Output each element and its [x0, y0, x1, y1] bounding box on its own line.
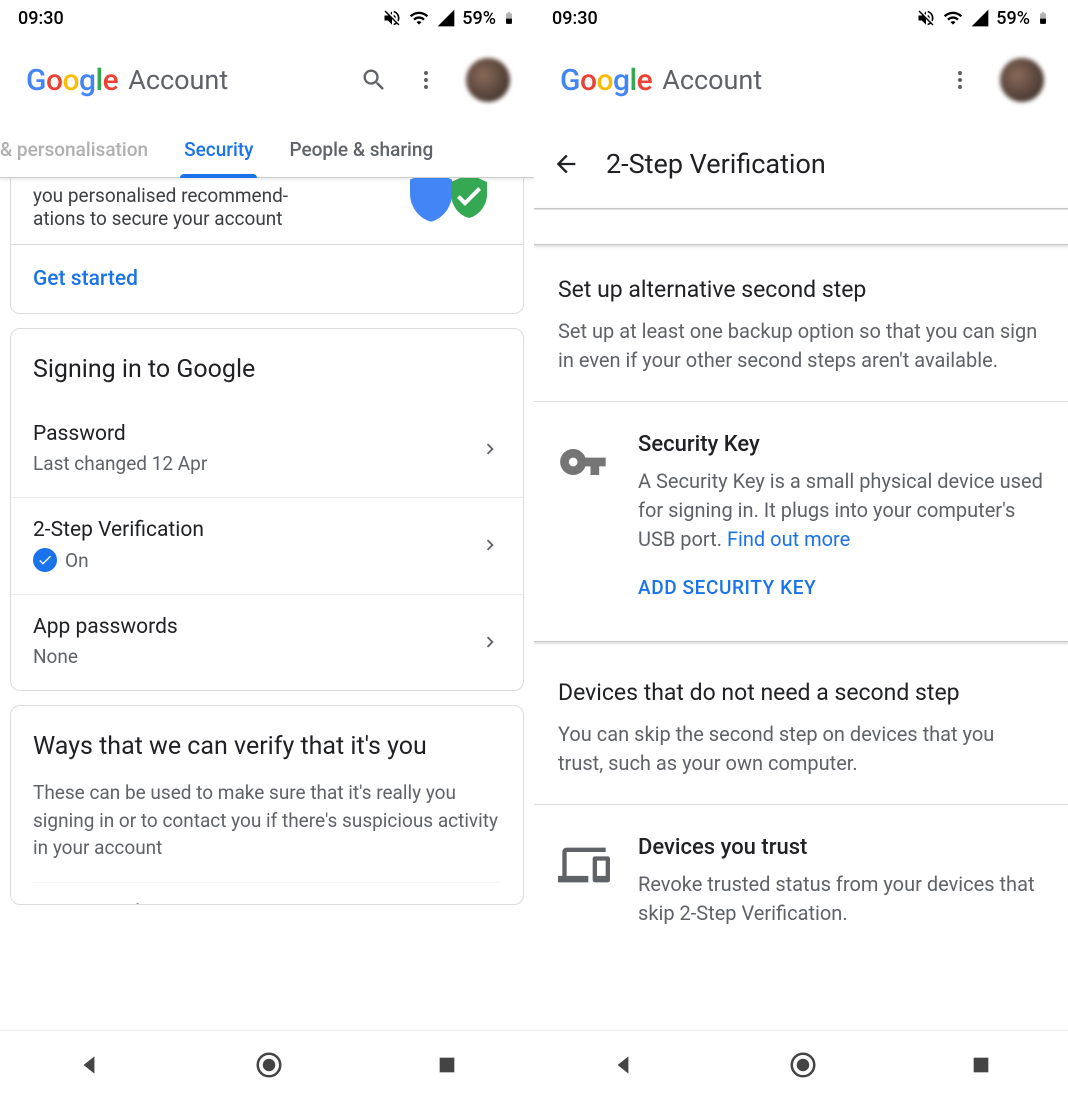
card-verify: Ways that we can verify that it's you Th…	[10, 705, 524, 905]
status-battery-text: 59%	[462, 8, 496, 29]
android-nav-bar	[0, 1030, 534, 1098]
devices-desc: You can skip the second step on devices …	[558, 720, 1044, 778]
trust-title: Devices you trust	[638, 835, 1044, 860]
avatar[interactable]	[1000, 58, 1044, 102]
status-bar: 09:30 59%	[534, 0, 1068, 36]
mute-icon	[382, 8, 402, 28]
key-icon	[558, 436, 610, 488]
key-title: Security Key	[638, 432, 1044, 457]
overflow-menu-icon[interactable]	[404, 58, 448, 102]
devices-title: Devices that do not need a second step	[558, 679, 1044, 706]
item-app-passwords[interactable]: App passwords None	[11, 594, 523, 690]
devices-icon	[558, 839, 610, 891]
product-label: Account	[662, 64, 762, 96]
tab-personalisation[interactable]: & personalisation	[0, 124, 166, 177]
screen-security: 09:30 59% Google Account & personalisati…	[0, 0, 534, 1098]
item-2-step[interactable]: 2-Step Verification On	[11, 497, 523, 594]
find-out-more-link[interactable]: Find out more	[727, 527, 850, 551]
overflow-menu-icon[interactable]	[938, 58, 982, 102]
alt-step-section: Set up alternative second step Set up at…	[534, 246, 1068, 401]
battery-icon	[1036, 8, 1050, 28]
nav-back-icon[interactable]	[76, 1052, 102, 1078]
chevron-right-icon	[479, 534, 501, 556]
card-recommendations: you personalised recommend- ations to se…	[10, 178, 524, 314]
card-signing-in: Signing in to Google Password Last chang…	[10, 328, 524, 691]
shield-green-icon	[445, 178, 493, 220]
devices-trust-row[interactable]: Devices you trust Revoke trusted status …	[534, 805, 1068, 958]
nav-recent-icon[interactable]	[436, 1054, 458, 1076]
security-key-row: Security Key A Security Key is a small p…	[534, 402, 1068, 629]
alt-title: Set up alternative second step	[558, 276, 1044, 303]
verify-desc: These can be used to make sure that it's…	[11, 779, 523, 882]
nav-recent-icon[interactable]	[970, 1054, 992, 1076]
alt-desc: Set up at least one backup option so tha…	[558, 317, 1044, 375]
sub-header: 2-Step Verification	[534, 124, 1068, 208]
get-started-row[interactable]: Get started	[11, 244, 523, 313]
google-logo: Google	[26, 63, 118, 98]
status-time: 09:30	[18, 8, 64, 29]
avatar[interactable]	[466, 58, 510, 102]
shield-icons	[403, 178, 493, 224]
recovery-phone-label[interactable]: Recovery phone	[33, 882, 501, 904]
status-icons: 59%	[382, 8, 516, 29]
content-area: you personalised recommend- ations to se…	[0, 178, 534, 1030]
app-header: Google Account	[534, 36, 1068, 124]
nav-home-icon[interactable]	[788, 1050, 818, 1080]
nav-home-icon[interactable]	[254, 1050, 284, 1080]
screen-2step: 09:30 59% Google Account 2-Step Verifica…	[534, 0, 1068, 1098]
battery-icon	[502, 8, 516, 28]
check-icon	[33, 548, 57, 572]
item-password[interactable]: Password Last changed 12 Apr	[11, 402, 523, 497]
chevron-right-icon	[479, 631, 501, 653]
signing-in-title: Signing in to Google	[11, 329, 523, 402]
app-header: Google Account	[0, 36, 534, 124]
mute-icon	[916, 8, 936, 28]
status-battery-text: 59%	[996, 8, 1030, 29]
back-arrow-icon[interactable]	[552, 150, 580, 178]
page-title: 2-Step Verification	[606, 148, 826, 180]
signal-icon	[436, 8, 456, 28]
add-security-key-button[interactable]: ADD SECURITY KEY	[638, 576, 1044, 599]
chevron-right-icon	[479, 438, 501, 460]
status-icons: 59%	[916, 8, 1050, 29]
get-started-link[interactable]: Get started	[33, 267, 138, 291]
product-label: Account	[128, 64, 228, 96]
signal-icon	[970, 8, 990, 28]
trust-desc: Revoke trusted status from your devices …	[638, 870, 1044, 928]
devices-section: Devices that do not need a second step Y…	[534, 663, 1068, 804]
status-time: 09:30	[552, 8, 598, 29]
search-icon[interactable]	[352, 58, 396, 102]
verify-title: Ways that we can verify that it's you	[11, 706, 523, 779]
wifi-icon	[942, 8, 964, 28]
key-desc: A Security Key is a small physical devic…	[638, 467, 1044, 554]
tab-people-sharing[interactable]: People & sharing	[271, 124, 451, 177]
wifi-icon	[408, 8, 430, 28]
android-nav-bar	[534, 1030, 1068, 1098]
status-bar: 09:30 59%	[0, 0, 534, 36]
recommend-text: you personalised recommend- ations to se…	[33, 184, 353, 230]
nav-back-icon[interactable]	[610, 1052, 636, 1078]
tab-security[interactable]: Security	[166, 124, 271, 177]
google-logo: Google	[560, 63, 652, 98]
tabs: & personalisation Security People & shar…	[0, 124, 534, 178]
